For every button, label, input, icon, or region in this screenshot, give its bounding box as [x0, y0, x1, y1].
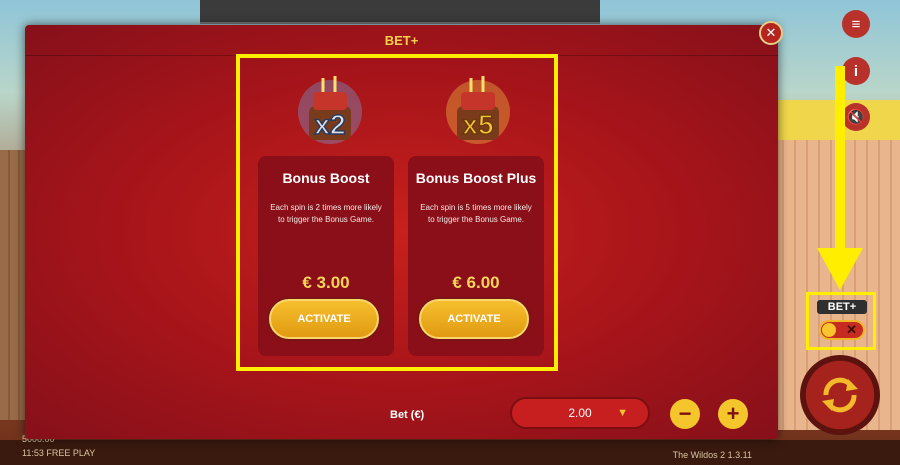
- info-icon: i: [853, 62, 859, 80]
- betplus-side-toggle[interactable]: BET+ ✕: [806, 292, 876, 350]
- card-description: Each spin is 2 times more likely to trig…: [270, 203, 382, 224]
- toggle-knob: [822, 323, 836, 337]
- modal-title: BET+: [384, 33, 419, 48]
- sound-button[interactable]: 🔇: [842, 103, 870, 131]
- status-left: 11:53 FREE PLAY: [22, 448, 96, 458]
- betplus-modal: BET+ ✕ x2 x5 Bonus Boost Each spin is 2 …: [25, 21, 783, 439]
- hamburger-icon: ≡: [851, 15, 861, 33]
- betplus-side-label: BET+: [817, 300, 867, 314]
- spin-arrows-icon: [822, 377, 858, 413]
- card-title: Bonus Boost Plus: [415, 170, 537, 186]
- badge-multiplier: x5: [462, 109, 493, 140]
- plus-icon: +: [726, 401, 740, 426]
- close-button[interactable]: ✕: [759, 21, 783, 45]
- activate-bonus-boost-button[interactable]: ACTIVATE: [269, 299, 379, 339]
- menu-button[interactable]: ≡: [842, 10, 870, 38]
- card-title: Bonus Boost: [282, 170, 370, 186]
- right-roof: [760, 100, 900, 140]
- chevron-down-icon: ▼: [617, 407, 628, 419]
- increase-bet-button[interactable]: +: [718, 399, 748, 429]
- toggle-off-icon: ✕: [846, 322, 857, 337]
- top-banner: [200, 0, 600, 24]
- close-icon: ✕: [765, 25, 777, 40]
- bonus-boost-card: Bonus Boost Each spin is 2 times more li…: [258, 156, 394, 356]
- boost-badge-x2-icon: x2: [298, 76, 362, 144]
- bet-dropdown[interactable]: 2.00 ▼: [510, 397, 650, 429]
- bet-value: 2.00: [568, 406, 592, 420]
- version-text: The Wildos 2 1.3.11: [672, 450, 752, 460]
- annotation-arrow-shaft: [835, 66, 845, 266]
- spin-button[interactable]: [800, 355, 880, 435]
- annotation-arrow-head: [817, 248, 863, 290]
- speaker-muted-icon: 🔇: [846, 109, 866, 126]
- decrease-bet-button[interactable]: −: [670, 399, 700, 429]
- betplus-toggle-switch[interactable]: ✕: [819, 320, 865, 340]
- card-description: Each spin is 5 times more likely to trig…: [420, 203, 532, 224]
- activate-bonus-boost-plus-button[interactable]: ACTIVATE: [419, 299, 529, 339]
- boost-badge-x5-icon: x5: [446, 76, 510, 144]
- info-button[interactable]: i: [842, 57, 870, 85]
- bet-label: Bet (€): [390, 409, 425, 421]
- badge-multiplier: x2: [314, 109, 345, 140]
- card-price: € 6.00: [452, 273, 500, 292]
- minus-icon: −: [678, 401, 692, 426]
- status-bar: 5000.00 11:53 FREE PLAY The Wildos 2 1.3…: [0, 434, 900, 465]
- bonus-boost-plus-card: Bonus Boost Plus Each spin is 5 times mo…: [408, 156, 544, 356]
- card-price: € 3.00: [302, 273, 350, 292]
- modal-header: BET+: [25, 25, 778, 56]
